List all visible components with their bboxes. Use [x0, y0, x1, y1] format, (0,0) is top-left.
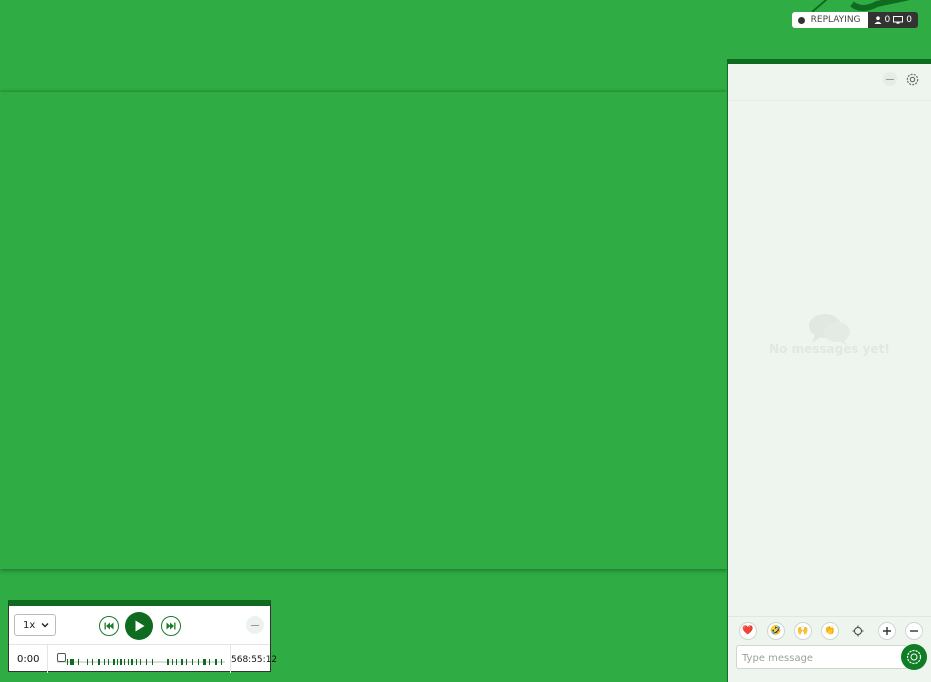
play-button[interactable] [125, 612, 153, 640]
skip-back-icon [104, 622, 114, 630]
replay-player: 1x 0:00 568:55:12 [8, 600, 277, 673]
user-icon [874, 16, 882, 24]
minimize-icon [251, 625, 259, 626]
player-minimize-button[interactable] [246, 616, 264, 634]
current-time: 0:00 [17, 654, 40, 665]
timeline-handle[interactable] [57, 653, 66, 662]
timeline-scrubber[interactable] [57, 652, 225, 665]
viewer-counts: 0 0 [867, 12, 918, 28]
reaction-bar: ❤️ 🤣 🙌 👏 [728, 616, 931, 643]
skip-forward-button[interactable] [161, 616, 181, 636]
reaction-clap-button[interactable]: 👏 [821, 622, 839, 640]
skip-forward-icon [166, 622, 176, 630]
playback-speed-select[interactable]: 1x [14, 614, 56, 636]
replay-status-badge: REPLAYING [791, 12, 868, 28]
participant-count: 0 [884, 15, 891, 25]
heart-icon: ❤️ [742, 626, 754, 636]
chat-empty-state: No messages yet! [728, 312, 931, 356]
chat-header [728, 64, 931, 101]
gear-icon [906, 73, 918, 85]
replay-stage[interactable] [0, 92, 728, 569]
chevron-down-icon [41, 623, 49, 628]
chat-message-input[interactable] [737, 648, 897, 669]
chat-minimize-button[interactable] [883, 72, 897, 86]
clap-icon: 👏 [824, 626, 836, 636]
player-timeline-row: 0:00 568:55:12 [9, 644, 277, 673]
session-status-bar: REPLAYING 0 0 [791, 12, 918, 28]
minus-icon [910, 630, 918, 632]
plus-icon [883, 627, 891, 635]
screen-count: 0 [906, 15, 912, 25]
record-dot-icon [797, 16, 805, 24]
minimize-icon [886, 79, 894, 80]
divider [47, 645, 48, 673]
play-icon [135, 620, 144, 632]
zoom-out-button[interactable] [905, 622, 923, 640]
chat-settings-button[interactable] [905, 72, 919, 86]
timeline-activity-track [57, 659, 225, 665]
pointer-icon [852, 625, 864, 637]
replay-status-label: REPLAYING [810, 15, 861, 25]
skip-back-button[interactable] [99, 616, 119, 636]
emoji-picker-button[interactable] [901, 644, 927, 670]
zoom-in-button[interactable] [878, 622, 896, 640]
monitor-icon [893, 16, 904, 24]
playback-speed-value: 1x [23, 619, 36, 631]
laugh-icon: 🤣 [770, 626, 782, 636]
chat-input-wrapper [736, 645, 908, 669]
chat-empty-text: No messages yet! [769, 342, 890, 356]
smiley-icon [906, 649, 922, 665]
chat-panel: No messages yet! ❤️ 🤣 🙌 👏 [727, 59, 931, 682]
reaction-laugh-button[interactable]: 🤣 [767, 622, 785, 640]
reaction-raise-hands-button[interactable]: 🙌 [794, 622, 812, 640]
total-duration: 568:55:12 [231, 655, 278, 665]
raise-hands-icon: 🙌 [797, 626, 809, 636]
add-reaction-button[interactable] [849, 622, 867, 640]
reaction-heart-button[interactable]: ❤️ [739, 622, 757, 640]
brand-logo [811, 0, 909, 12]
